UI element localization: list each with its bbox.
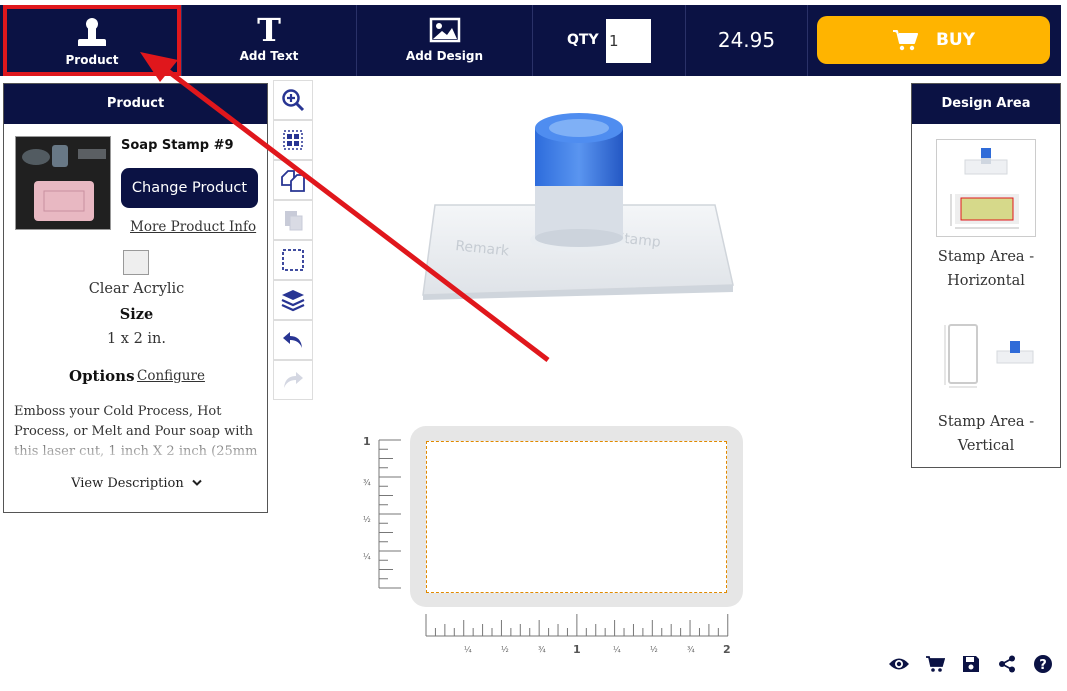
ruler-label-h-2: 2 <box>723 643 731 656</box>
buy-button-label: BUY <box>935 30 976 50</box>
product-thumbnail[interactable] <box>15 136 111 230</box>
change-product-button[interactable]: Change Product <box>121 168 258 208</box>
ruler-label-v-half: ½ <box>363 515 371 524</box>
design-area-title: Design Area <box>912 84 1060 124</box>
bottom-action-bar: ? <box>888 653 1054 675</box>
add-design-label: Add Design <box>405 49 484 63</box>
material-swatch[interactable] <box>123 250 149 275</box>
select-area-button[interactable] <box>273 240 313 280</box>
product-button-label: Product <box>65 53 119 67</box>
select-icon <box>282 249 304 271</box>
image-icon <box>429 17 460 43</box>
more-product-info-link[interactable]: More Product Info <box>130 219 256 235</box>
copy-icon <box>281 170 305 192</box>
stamp-area-vertical-label[interactable]: Stamp Area - Vertical <box>912 410 1060 458</box>
product-button[interactable]: Product <box>3 5 181 76</box>
product-name: Soap Stamp #9 <box>121 138 234 153</box>
grid-button[interactable] <box>273 120 313 160</box>
duplicate-button[interactable] <box>273 160 313 200</box>
product-panel: Product Soap Stamp #9 Change Product Mor… <box>3 83 268 513</box>
ruler-label-h-quarter: ¼ <box>464 645 472 654</box>
stamp-icon <box>78 18 106 46</box>
zoom-in-icon <box>282 89 305 112</box>
paste-icon <box>285 211 303 231</box>
material-name: Clear Acrylic <box>88 281 185 297</box>
cart-icon <box>926 656 945 672</box>
ruler-label-h-three-quarter: ¾ <box>538 645 546 654</box>
stamp-design-area[interactable] <box>410 426 743 607</box>
layers-button[interactable] <box>273 280 313 320</box>
tool-column <box>273 80 313 400</box>
add-design-button[interactable]: Add Design <box>357 5 532 76</box>
product-panel-title: Product <box>4 84 267 124</box>
stamp-product-image: Remark Stamp <box>422 113 734 300</box>
view-description-button[interactable]: View Description <box>4 476 267 491</box>
share-button[interactable] <box>996 653 1018 675</box>
design-area-panel: Design Area Stamp Area - Horizontal Stam… <box>911 83 1061 468</box>
chevron-down-icon <box>192 479 202 486</box>
top-toolbar: Product T Add Text Add Design QTY 24.95 … <box>0 5 1061 76</box>
description-fade <box>4 434 267 466</box>
undo-icon <box>283 332 302 348</box>
add-text-label: Add Text <box>239 49 299 63</box>
stamp-area-vertical-thumb[interactable] <box>936 306 1036 404</box>
qty-label: QTY <box>567 32 599 48</box>
eye-icon <box>889 658 909 670</box>
share-icon <box>999 655 1015 673</box>
grid-icon <box>283 130 303 150</box>
zoom-in-button[interactable] <box>273 80 313 120</box>
add-text-button[interactable]: T Add Text <box>182 5 356 76</box>
size-label: Size <box>119 306 154 323</box>
vertical-ruler: 1 ¾ ½ ¼ <box>363 435 401 589</box>
horizontal-ruler: ¼ ½ ¾ 1 ¼ ½ ¾ 2 <box>425 614 731 656</box>
ruler-label-h-half: ½ <box>501 645 509 654</box>
size-value: 1 x 2 in. <box>106 331 167 347</box>
undo-button[interactable] <box>273 320 313 360</box>
save-icon <box>963 656 979 672</box>
help-button[interactable]: ? <box>1032 653 1054 675</box>
quantity-input[interactable] <box>606 19 651 63</box>
cart-icon <box>892 30 918 51</box>
view-description-label: View Description <box>71 476 184 491</box>
ruler-label-v-quarter: ¼ <box>363 552 371 561</box>
configure-link[interactable]: Configure <box>137 368 205 384</box>
paste-button[interactable] <box>273 200 313 240</box>
cart-button[interactable] <box>924 653 946 675</box>
stamp-area-horizontal-thumb[interactable] <box>936 139 1036 237</box>
preview-button[interactable] <box>888 653 910 675</box>
stamp-area-horizontal-label[interactable]: Stamp Area - Horizontal <box>912 245 1060 293</box>
ruler-label-h-three-quarter-2: ¾ <box>687 645 695 654</box>
redo-button[interactable] <box>273 360 313 400</box>
redo-icon <box>284 372 303 388</box>
save-button[interactable] <box>960 653 982 675</box>
ruler-label-v-1: 1 <box>363 435 371 448</box>
ruler-label-h-half-2: ½ <box>650 645 658 654</box>
svg-text:?: ? <box>1039 658 1047 673</box>
price: 24.95 <box>717 28 776 52</box>
text-icon: T <box>257 13 281 47</box>
layers-icon <box>281 290 305 312</box>
svg-text:T: T <box>257 13 281 47</box>
ruler-label-v-three-quarter: ¾ <box>363 478 371 487</box>
design-canvas[interactable] <box>426 441 727 593</box>
help-icon: ? <box>1034 655 1052 673</box>
options-label: Options <box>69 367 135 385</box>
ruler-label-h-1: 1 <box>573 643 581 656</box>
ruler-label-h-quarter-2: ¼ <box>613 645 621 654</box>
buy-button[interactable]: BUY <box>817 16 1050 64</box>
